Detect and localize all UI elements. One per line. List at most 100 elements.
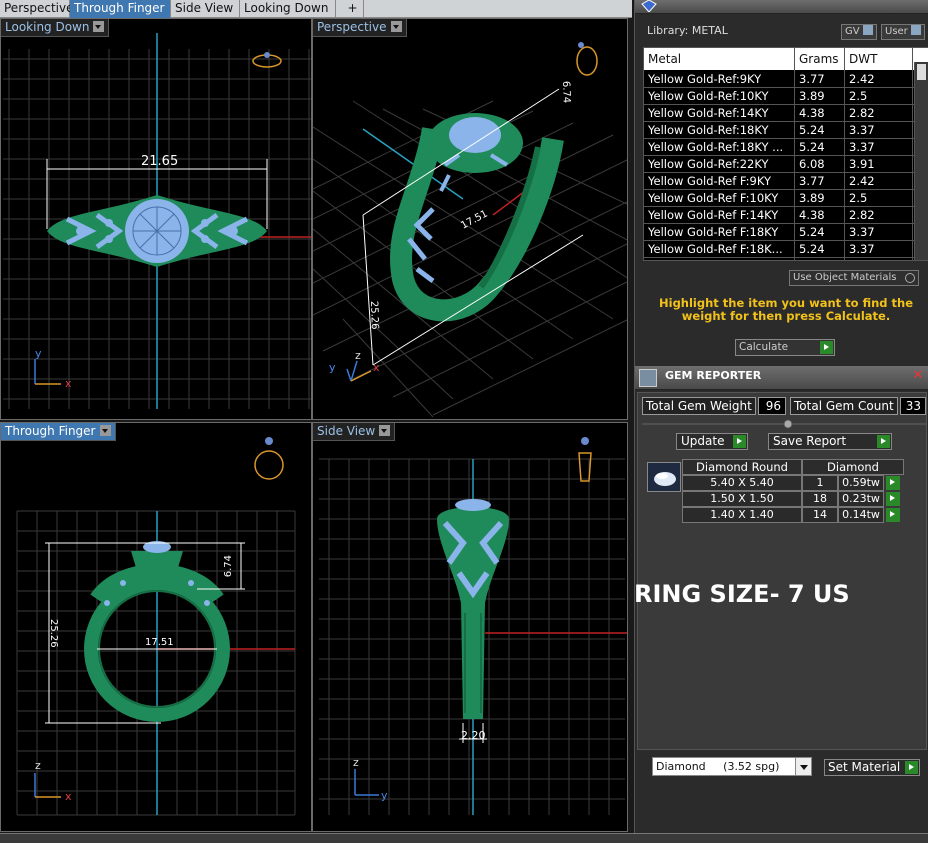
tab-side-view[interactable]: Side View — [171, 0, 240, 18]
viewport-side-view[interactable]: 2.20 z y Side View — [312, 422, 628, 832]
total-gem-weight-label: Total Gem Weight — [642, 397, 756, 415]
metal-table-row[interactable]: Yellow Gold-Ref:18KY ... 5.24 3.37 — [644, 139, 914, 156]
axis-x-label: x — [65, 790, 72, 803]
metal-table-row[interactable]: Yellow Gold-Ref:22KY 6.08 3.91 — [644, 156, 914, 173]
jewelry-cad-window: Perspective Through Finger Side View Loo… — [0, 0, 928, 843]
radio-icon[interactable] — [905, 273, 915, 283]
grams-cell: 5.24 — [799, 242, 825, 256]
gv-indicator-icon — [862, 25, 873, 35]
metal-table-row[interactable]: Yellow Gold-Ref F:10KY 3.89 2.5 — [644, 190, 914, 207]
dwt-cell: 2.82 — [849, 208, 875, 222]
dwt-cell: 3.91 — [849, 157, 875, 171]
play-arrow-icon — [820, 341, 833, 354]
viewport-label-through-finger[interactable]: Through Finger — [1, 423, 116, 441]
tab-looking-down[interactable]: Looking Down — [240, 0, 336, 18]
metal-name-cell: Yellow Gold-Ref:10KY — [648, 89, 769, 103]
gem-table-row[interactable]: 5.40 X 5.40 1 0.59tw — [682, 475, 904, 491]
dimension-width-label: 2.20 — [461, 729, 486, 742]
dimension-vertical-label: 25.26 — [48, 619, 59, 648]
gem-size-cell: 1.40 X 1.40 — [682, 507, 802, 523]
tab-perspective[interactable]: Perspective — [0, 0, 74, 18]
dwt-cell: 3.37 — [849, 140, 875, 154]
viewport-tab-bar: Perspective Through Finger Side View Loo… — [0, 0, 632, 18]
metal-table-row[interactable]: Yellow Gold-Ref:9KY 3.77 2.42 — [644, 71, 914, 88]
scrollbar-thumb[interactable] — [917, 64, 926, 80]
metal-table-row[interactable]: Yellow Gold-Ref F:14KY 4.38 2.82 — [644, 207, 914, 224]
axis-x-label: x — [373, 361, 380, 374]
col-grams: Grams — [799, 52, 839, 66]
grams-cell: 4.38 — [799, 208, 825, 222]
viewport-label-perspective[interactable]: Perspective — [313, 19, 407, 37]
grams-cell: 6.08 — [799, 157, 825, 171]
gem-size-cell: 5.40 X 5.40 — [682, 475, 802, 491]
viewport-dropdown-icon[interactable] — [390, 21, 402, 32]
calculate-label: Calculate — [739, 341, 789, 353]
viewport-side-view-canvas: 2.20 z y — [319, 437, 627, 815]
gem-reporter-header: GEM REPORTER ✕ — [635, 366, 928, 390]
dimension-height-label: 6.74 — [560, 81, 572, 104]
splitter-handle[interactable] — [642, 419, 926, 429]
dwt-cell: 3.37 — [849, 225, 875, 239]
metal-table-row[interactable]: Yellow Gold-Ref:10KY 3.89 2.5 — [644, 88, 914, 105]
grams-cell: 5.24 — [799, 123, 825, 137]
dwt-cell: 3.37 — [849, 123, 875, 137]
row-arrow-icon[interactable] — [886, 508, 900, 522]
save-report-button[interactable]: Save Report — [768, 433, 892, 450]
col-dwt: DWT — [849, 52, 878, 66]
viewport-label-side-view[interactable]: Side View — [313, 423, 396, 441]
metal-table-row[interactable]: Yellow Gold-Ref:14KY 4.38 2.82 — [644, 105, 914, 122]
chevron-down-icon[interactable] — [795, 758, 811, 775]
total-gem-count-value: 33 — [900, 397, 926, 415]
use-object-materials-option[interactable]: Use Object Materials — [789, 270, 919, 286]
close-icon[interactable]: ✕ — [911, 369, 925, 383]
dimension-width-label: 21.65 — [141, 154, 178, 169]
row-arrow-icon[interactable] — [886, 476, 900, 490]
viewport-looking-down-canvas: 21.65 y x — [3, 33, 311, 409]
ring-thumbnail-icon — [576, 42, 598, 76]
dwt-cell: 2.5 — [849, 89, 868, 103]
metal-table-row[interactable]: Yellow Gold-Ref F:18K... 5.24 3.37 — [644, 241, 914, 258]
add-tab-button[interactable]: + — [342, 0, 364, 18]
dimension-width-label: 17.51 — [459, 208, 489, 231]
grams-cell: 5.24 — [799, 140, 825, 154]
total-gem-count-label: Total Gem Count — [790, 397, 898, 415]
save-report-label: Save Report — [773, 434, 847, 448]
metal-name-cell: Yellow Gold-Ref F:14KY — [648, 208, 779, 222]
row-arrow-icon[interactable] — [886, 492, 900, 506]
ring-side-view — [437, 499, 509, 719]
metal-table-row[interactable]: Yellow Gold-Ref F:9KY 3.77 2.42 — [644, 173, 914, 190]
metal-table-row[interactable]: Yellow Gold-Ref:18KY 5.24 3.37 — [644, 122, 914, 139]
viewport-dropdown-icon[interactable] — [93, 21, 105, 32]
metal-table: Metal Grams DWT Yellow Gold-Ref:9KY 3.77 2… — [643, 47, 928, 261]
metal-name-cell: Yellow Gold-Ref:14KY — [648, 106, 769, 120]
dwt-cell: 2.5 — [849, 191, 868, 205]
use-object-materials-label: Use Object Materials — [793, 272, 897, 283]
viewport-dropdown-icon[interactable] — [379, 425, 391, 436]
viewport-label-looking-down[interactable]: Looking Down — [1, 19, 110, 37]
viewport-through-finger[interactable]: 17.51 25.26 6.74 z x Through Finger — [0, 422, 312, 832]
axis-indicator: z x — [34, 759, 72, 803]
gem-table-row[interactable]: 1.40 X 1.40 14 0.14tw — [682, 507, 904, 523]
axis-indicator: y x — [34, 347, 72, 390]
gv-toggle[interactable]: GV — [841, 24, 877, 40]
metal-name-cell: Yellow Gold-Ref:18KY ... — [648, 140, 784, 154]
viewport-looking-down[interactable]: 21.65 y x Looking Down — [0, 18, 312, 420]
metal-name-cell: Yellow Gold-Ref:22KY — [648, 157, 769, 171]
viewport-perspective[interactable]: 17.51 25.26 6.74 y z x Perspective — [312, 18, 628, 420]
total-gem-count: Total Gem Count 33 — [790, 397, 926, 415]
set-material-button[interactable]: Set Material — [824, 759, 920, 776]
calculate-button[interactable]: Calculate — [735, 339, 835, 356]
dimension-width-label: 17.51 — [145, 637, 174, 648]
grams-cell: 3.89 — [799, 191, 825, 205]
gem-count-cell: 14 — [802, 507, 838, 523]
material-select[interactable]: Diamond (3.52 spg) — [652, 757, 812, 776]
viewport-dropdown-icon[interactable] — [99, 425, 111, 436]
update-button[interactable]: Update — [676, 433, 748, 450]
dimension-length-label: 25.26 — [368, 301, 380, 330]
gem-table-row[interactable]: 1.50 X 1.50 18 0.23tw — [682, 491, 904, 507]
metal-table-row[interactable]: Yellow Gold-Ref F:18KY 5.24 3.37 — [644, 224, 914, 241]
status-bar — [0, 833, 928, 843]
user-toggle[interactable]: User — [881, 24, 925, 40]
metal-table-scrollbar[interactable] — [914, 62, 928, 260]
tab-through-finger[interactable]: Through Finger — [70, 0, 171, 18]
